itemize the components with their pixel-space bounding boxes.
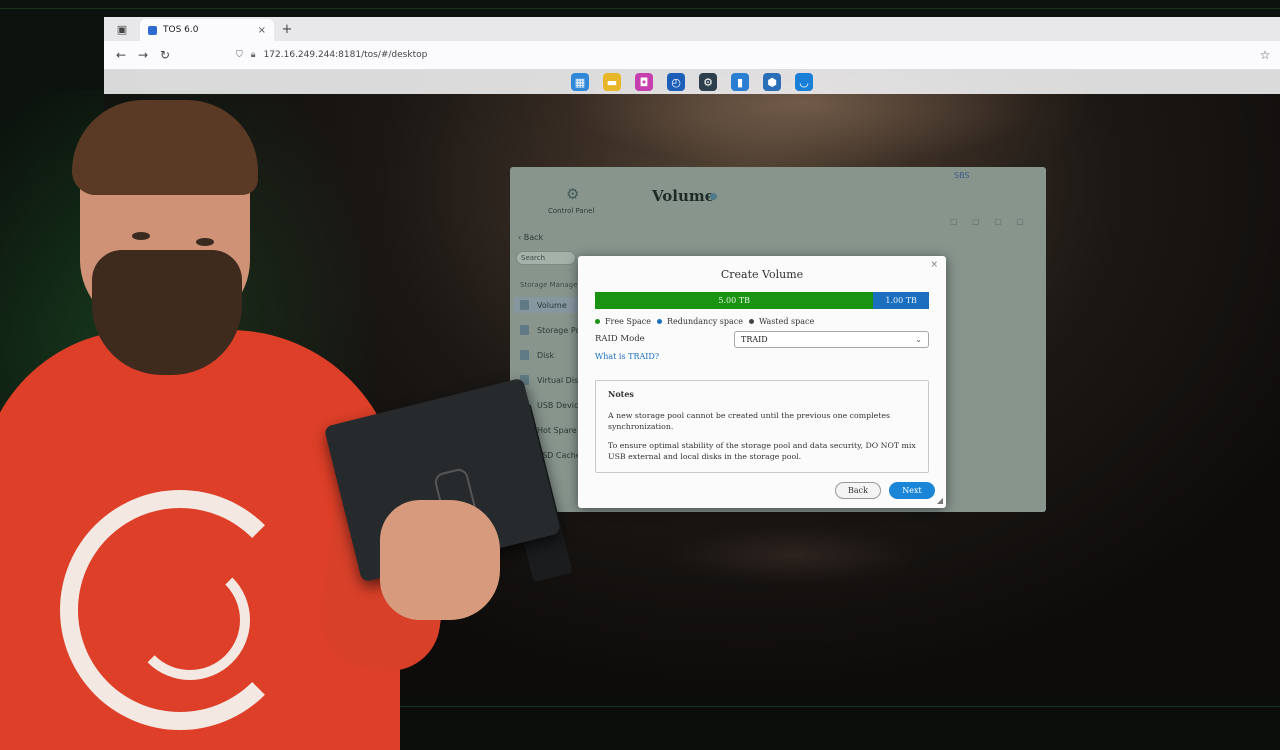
what-is-traid-link[interactable]: What is TRAID? xyxy=(595,352,659,361)
sidebar-item-icon xyxy=(520,400,529,410)
sidebar-item-label: Hot Spare xyxy=(537,425,577,435)
tab-close-icon[interactable]: × xyxy=(258,25,266,36)
sidebar-item-icon xyxy=(520,325,529,335)
arrow-left-icon[interactable]: ← xyxy=(110,48,132,62)
security-icon[interactable]: ⬢ xyxy=(763,73,781,91)
notes-title: Notes xyxy=(608,389,634,399)
control-panel-icon[interactable]: ⚙ xyxy=(699,73,717,91)
browser-window: ▣ TOS 6.0 × + ← → ↻ ⛉ 🔒︎ 172.16.249.244:… xyxy=(104,17,1280,697)
app-center-icon[interactable]: ▦ xyxy=(571,73,589,91)
window-toolbar-icons[interactable]: ▢ ▢ ▢ ▢ xyxy=(950,217,1030,226)
page-title: Volume xyxy=(652,187,715,205)
tab-overview-icon[interactable]: ▣ xyxy=(104,17,140,41)
back-button[interactable]: Back xyxy=(835,482,881,499)
dialog-title: Create Volume xyxy=(720,268,804,281)
legend-redundancy-label: Redundancy space xyxy=(666,317,743,326)
capacity-redundancy-segment: 1.00 TB xyxy=(873,292,929,309)
raid-mode-value: TRAID xyxy=(741,335,768,344)
sidebar-item-icon xyxy=(520,450,529,460)
reload-icon[interactable]: ↻ xyxy=(154,48,176,62)
arrow-right-icon[interactable]: → xyxy=(132,48,154,62)
note-item: To ensure optimal stability of the stora… xyxy=(608,440,916,462)
backup-icon[interactable]: ◴ xyxy=(667,73,685,91)
file-manager-icon[interactable]: ▬ xyxy=(603,73,621,91)
sidebar-item-label: Volume xyxy=(537,300,567,310)
capacity-bar: 5.00 TB 1.00 TB xyxy=(595,292,929,309)
address-bar[interactable]: ⛉ 🔒︎ 172.16.249.244:8181/tos/#/desktop xyxy=(236,50,1250,60)
frame-line-bottom xyxy=(0,706,1280,707)
sidebar-item[interactable]: SSD Cache xyxy=(520,447,581,463)
control-panel-label: Control Panel xyxy=(548,207,595,215)
sidebar-item[interactable]: Hot Spare xyxy=(520,422,577,438)
capacity-legend: Free Space Redundancy space Wasted space xyxy=(595,317,814,326)
sidebar-item[interactable]: Volume xyxy=(514,297,584,313)
tab-bar: ▣ TOS 6.0 × + xyxy=(104,17,1280,41)
sidebar-item[interactable]: Virtual Disk xyxy=(520,372,583,388)
control-panel-gear-icon: ⚙ xyxy=(566,185,580,203)
sidebar-item[interactable]: Disk xyxy=(520,347,554,363)
legend-wasted-dot xyxy=(748,319,754,324)
nav-bar: ← → ↻ ⛉ 🔒︎ 172.16.249.244:8181/tos/#/des… xyxy=(104,41,1280,70)
chevron-down-icon: ⌄ xyxy=(915,335,922,344)
media-icon[interactable]: ◘ xyxy=(635,73,653,91)
sidebar-item-label: Virtual Disk xyxy=(537,375,583,385)
search-input[interactable]: Search xyxy=(516,251,576,265)
tos-desktop: ▦ ▬ ◘ ◴ ⚙ ▮ ⬢ ◡ ⚙ Control Panel ‹ Back Search S… xyxy=(104,70,1280,697)
back-link[interactable]: ‹ Back xyxy=(518,233,543,242)
support-icon[interactable]: ◡ xyxy=(795,73,813,91)
sidebar-item-icon xyxy=(520,350,529,360)
create-volume-dialog: × Create Volume 5.00 TB 1.00 TB Free Spa… xyxy=(578,256,946,508)
sidebar-item-icon xyxy=(520,300,529,310)
status-badge: SBS xyxy=(954,171,970,180)
shield-icon: ⛉ xyxy=(236,50,243,60)
sidebar-section-title: Storage Manager xyxy=(520,281,581,289)
star-icon[interactable]: ☆ xyxy=(1250,48,1280,62)
new-tab-button[interactable]: + xyxy=(274,19,300,41)
note-item: A new storage pool cannot be created unt… xyxy=(608,410,890,432)
sidebar-item-icon xyxy=(520,425,529,435)
legend-wasted: Wasted space xyxy=(748,317,815,326)
legend-free-label: Free Space xyxy=(605,317,651,326)
back-link-label: Back xyxy=(523,233,544,242)
wallpaper-mouth xyxy=(664,525,924,585)
sidebar-item-icon xyxy=(520,375,529,385)
raid-mode-label: RAID Mode xyxy=(595,334,645,344)
legend-free: Free Space xyxy=(595,317,651,326)
notes-icon[interactable]: ▮ xyxy=(731,73,749,91)
resize-handle-icon[interactable]: ◢ xyxy=(937,496,943,505)
help-icon[interactable] xyxy=(710,193,717,200)
legend-free-dot xyxy=(595,319,600,324)
tab-title: TOS 6.0 xyxy=(163,25,199,35)
legend-redundancy: Redundancy space xyxy=(656,317,743,326)
raid-mode-select[interactable]: TRAID ⌄ xyxy=(734,331,929,348)
url-text: 172.16.249.244:8181/tos/#/desktop xyxy=(263,50,428,60)
lock-icon: 🔒︎ xyxy=(250,50,256,60)
notes-box: Notes A new storage pool cannot be creat… xyxy=(595,380,929,473)
capacity-free-segment: 5.00 TB xyxy=(595,292,874,309)
next-button[interactable]: Next xyxy=(889,482,935,499)
tos-dock: ▦ ▬ ◘ ◴ ⚙ ▮ ⬢ ◡ xyxy=(104,70,1280,94)
sidebar-item-label: Disk xyxy=(537,350,555,360)
legend-redundancy-dot xyxy=(656,319,662,324)
sidebar-item-label: SSD Cache xyxy=(537,450,581,460)
legend-wasted-label: Wasted space xyxy=(758,317,815,326)
frame-line-top xyxy=(0,8,1280,9)
tos-favicon-icon xyxy=(148,25,157,35)
tab-tos[interactable]: TOS 6.0 × xyxy=(140,19,274,41)
